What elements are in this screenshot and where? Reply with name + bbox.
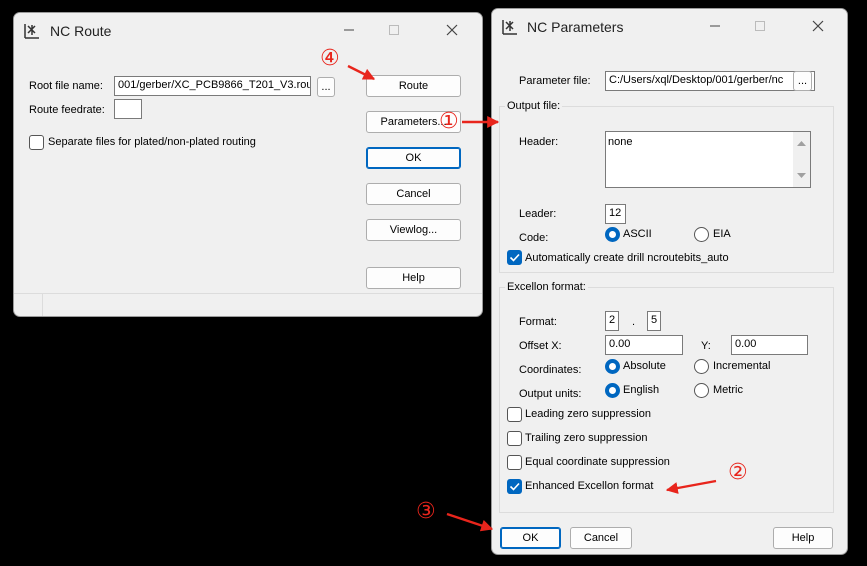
code-label: Code:	[519, 232, 549, 244]
code-ascii-label: ASCII	[623, 228, 652, 240]
maximize-icon[interactable]	[384, 20, 404, 40]
params-cancel-button[interactable]: Cancel	[570, 527, 632, 549]
output-units-label: Output units:	[519, 388, 582, 400]
equal-coordinate-checkbox[interactable]	[507, 455, 522, 470]
route-feedrate-input[interactable]	[114, 99, 142, 119]
route-cancel-button[interactable]: Cancel	[366, 183, 461, 205]
leading-zero-label: Leading zero suppression	[525, 408, 651, 420]
format-dec-input[interactable]: 5	[647, 311, 661, 331]
offset-x-input[interactable]: 0.00	[605, 335, 683, 355]
root-browse-button[interactable]: ...	[317, 77, 335, 97]
maximize-icon[interactable]	[750, 16, 770, 36]
annotation-step-2: ②	[728, 459, 748, 484]
app-icon	[24, 24, 39, 39]
format-label: Format:	[519, 316, 557, 328]
params-help-button[interactable]: Help	[773, 527, 833, 549]
enhanced-excellon-label: Enhanced Excellon format	[525, 480, 654, 492]
trailing-zero-checkbox[interactable]	[507, 431, 522, 446]
route-button[interactable]: Route	[366, 75, 461, 97]
header-scrollbar[interactable]	[793, 132, 810, 187]
offset-y-input[interactable]: 0.00	[731, 335, 808, 355]
equal-coordinate-label: Equal coordinate suppression	[525, 456, 670, 468]
viewlog-button[interactable]: Viewlog...	[366, 219, 461, 241]
auto-drill-checkbox[interactable]	[507, 250, 522, 265]
coordinates-label: Coordinates:	[519, 364, 582, 376]
close-icon[interactable]	[808, 16, 828, 36]
route-help-button[interactable]: Help	[366, 267, 461, 289]
units-english-label: English	[623, 384, 660, 396]
units-english-radio[interactable]	[605, 383, 620, 398]
output-file-group-label: Output file:	[505, 100, 563, 112]
parameter-browse-button[interactable]: ...	[793, 71, 812, 91]
excellon-format-group-label: Excellon format:	[505, 281, 588, 293]
offset-y-label: Y:	[701, 340, 711, 352]
leader-label: Leader:	[519, 208, 557, 220]
format-separator: .	[632, 316, 636, 328]
coordinates-absolute-label: Absolute	[623, 360, 666, 372]
header-text: none	[608, 136, 633, 148]
parameter-file-label: Parameter file:	[519, 75, 591, 87]
nc-parameters-window: NC Parameters Parameter file: C:/Users/x…	[491, 8, 848, 555]
checkmark-icon	[509, 482, 520, 491]
title-bar[interactable]: NC Route	[14, 13, 482, 47]
leader-input[interactable]: 12	[605, 204, 626, 224]
units-metric-label: Metric	[713, 384, 743, 396]
code-eia-radio[interactable]	[694, 227, 709, 242]
root-file-input[interactable]: 001/gerber/XC_PCB9866_T201_V3.rou	[114, 76, 311, 96]
checkmark-icon	[509, 253, 520, 262]
separate-files-label: Separate files for plated/non-plated rou…	[48, 136, 256, 148]
root-file-label: Root file name:	[29, 80, 103, 92]
app-icon	[502, 20, 517, 35]
minimize-icon[interactable]	[705, 16, 725, 36]
coordinates-absolute-radio[interactable]	[605, 359, 620, 374]
status-bar	[14, 293, 482, 316]
annotation-step-3: ③	[416, 498, 436, 523]
nc-route-window: NC Route Root file name: 001/gerber/XC_P…	[13, 12, 483, 317]
annotation-step-4: ④	[320, 45, 340, 70]
coordinates-incremental-radio[interactable]	[694, 359, 709, 374]
scroll-up-icon[interactable]	[793, 136, 810, 150]
arrow-step-3	[446, 512, 494, 532]
minimize-icon[interactable]	[339, 20, 359, 40]
enhanced-excellon-checkbox[interactable]	[507, 479, 522, 494]
coordinates-incremental-label: Incremental	[713, 360, 771, 372]
window-title: NC Parameters	[527, 19, 624, 35]
scroll-down-icon[interactable]	[793, 169, 810, 183]
route-feedrate-label: Route feedrate:	[29, 104, 105, 116]
params-ok-button[interactable]: OK	[500, 527, 561, 549]
header-label: Header:	[519, 136, 559, 148]
annotation-step-1: ①	[439, 108, 459, 133]
format-int-input[interactable]: 2	[605, 311, 619, 331]
separate-files-checkbox[interactable]	[29, 135, 44, 150]
title-bar[interactable]: NC Parameters	[492, 9, 847, 43]
code-eia-label: EIA	[713, 228, 731, 240]
route-ok-button[interactable]: OK	[366, 147, 461, 169]
auto-drill-label: Automatically create drill ncroutebits_a…	[525, 252, 729, 264]
close-icon[interactable]	[442, 20, 462, 40]
units-metric-radio[interactable]	[694, 383, 709, 398]
status-bar-divider	[42, 294, 43, 316]
window-title: NC Route	[50, 23, 112, 39]
offset-x-label: Offset X:	[519, 340, 562, 352]
code-ascii-radio[interactable]	[605, 227, 620, 242]
trailing-zero-label: Trailing zero suppression	[525, 432, 648, 444]
parameter-file-input[interactable]: C:/Users/xql/Desktop/001/gerber/nc	[605, 71, 815, 91]
leading-zero-checkbox[interactable]	[507, 407, 522, 422]
header-textarea[interactable]: none	[605, 131, 811, 188]
